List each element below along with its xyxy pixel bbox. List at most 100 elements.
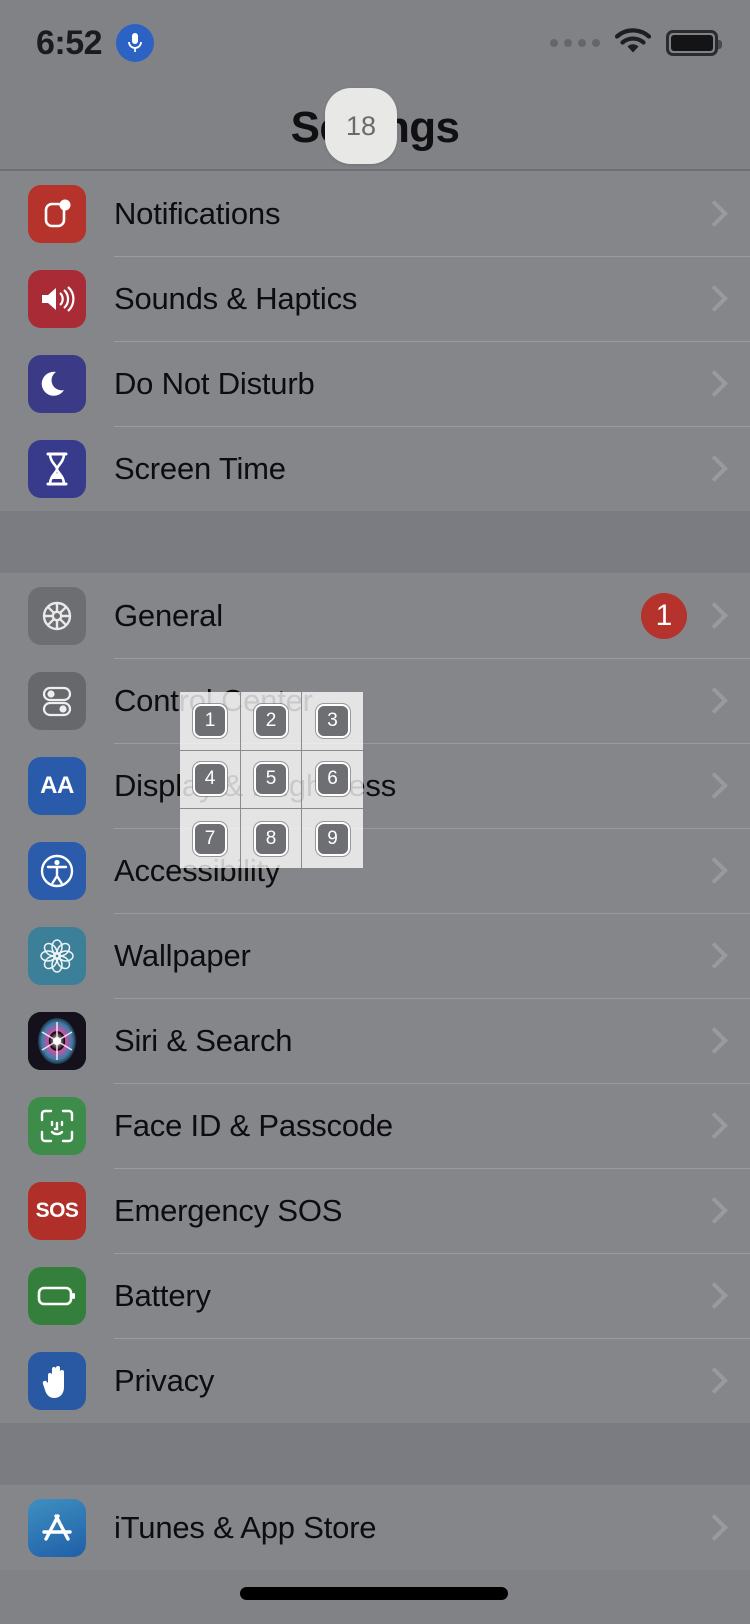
settings-row-accessory: [701, 1514, 750, 1541]
settings-row-battery[interactable]: Battery: [0, 1253, 750, 1338]
floating-count-badge[interactable]: 18: [325, 88, 397, 164]
grid-cell-1[interactable]: 1: [180, 692, 241, 751]
wifi-icon: [614, 27, 652, 60]
settings-row-label: Wallpaper: [114, 937, 251, 973]
chevron-right-icon: [701, 370, 728, 397]
settings-row-do-not-disturb[interactable]: Do Not Disturb: [0, 341, 750, 426]
aa-icon: AA: [28, 756, 86, 815]
accessibility-icon: [28, 841, 86, 900]
chevron-right-icon: [701, 857, 728, 884]
settings-row-accessory: [701, 687, 750, 714]
chevron-right-icon: [701, 687, 728, 714]
settings-row-label: Privacy: [114, 1362, 215, 1398]
settings-row-accessory: [701, 1112, 750, 1139]
chevron-right-icon: [701, 1282, 728, 1309]
grid-cell-5[interactable]: 5: [241, 750, 302, 810]
settings-row-wallpaper[interactable]: Wallpaper: [0, 913, 750, 998]
grid-cell-4[interactable]: 4: [180, 750, 241, 810]
grid-cell-number: 2: [254, 703, 288, 738]
grid-cell-number: 4: [193, 762, 227, 797]
chevron-right-icon: [701, 772, 728, 799]
settings-row-accessory: [701, 772, 750, 799]
settings-row-accessory: [701, 1027, 750, 1054]
chevron-right-icon: [701, 1367, 728, 1394]
chevron-right-icon: [701, 285, 728, 312]
grid-cell-number: 9: [315, 821, 350, 856]
grid-cell-7[interactable]: 7: [180, 809, 241, 868]
settings-row-accessory: [701, 857, 750, 884]
settings-row-label: Notifications: [114, 195, 281, 231]
settings-row-label: Screen Time: [114, 450, 286, 486]
settings-group: iTunes & App Store: [0, 1485, 750, 1570]
settings-row-label: Face ID & Passcode: [114, 1107, 393, 1143]
settings-group: Notifications Sounds & Haptics Do Not Dist…: [0, 171, 750, 511]
battery-full-icon: [666, 30, 722, 56]
chevron-right-icon: [701, 602, 728, 629]
section-gap: [0, 1423, 750, 1485]
settings-row-accessory: [701, 1367, 750, 1394]
settings-row-itunes-app-store[interactable]: iTunes & App Store: [0, 1485, 750, 1570]
flower-icon: [28, 926, 86, 985]
settings-row-accessory: 1: [641, 592, 750, 639]
settings-row-siri-search[interactable]: Siri & Search: [0, 998, 750, 1083]
chevron-right-icon: [701, 1112, 728, 1139]
settings-row-label: General: [114, 597, 223, 633]
chevron-right-icon: [701, 1514, 728, 1541]
signal-dots-icon: [550, 39, 600, 47]
notifications-icon: [28, 184, 86, 243]
settings-screen: 6:52 Settin: [0, 0, 750, 1624]
chevron-right-icon: [701, 455, 728, 482]
hourglass-icon: [28, 439, 86, 498]
moon-icon: [28, 354, 86, 413]
chevron-right-icon: [701, 1027, 728, 1054]
grid-cell-8[interactable]: 8: [241, 809, 302, 868]
section-gap: [0, 511, 750, 573]
grid-cell-number: 8: [254, 821, 288, 856]
settings-row-accessory: [701, 942, 750, 969]
grid-cell-number: 6: [315, 762, 350, 797]
settings-row-label: Do Not Disturb: [114, 365, 315, 401]
settings-list: Notifications Sounds & Haptics Do Not Dist…: [0, 171, 750, 1570]
grid-cell-3[interactable]: 3: [302, 692, 363, 751]
grid-cell-number: 7: [193, 821, 227, 856]
sos-icon: SOS: [28, 1181, 86, 1240]
sounds-icon: [28, 269, 86, 328]
chevron-right-icon: [701, 942, 728, 969]
settings-row-accessory: [701, 455, 750, 482]
settings-row-accessibility[interactable]: Accessibility: [0, 828, 750, 913]
settings-row-accessory: [701, 1282, 750, 1309]
grid-cell-6[interactable]: 6: [302, 750, 363, 810]
settings-row-label: Siri & Search: [114, 1022, 293, 1058]
grid-overlay[interactable]: 123 456 789: [180, 692, 363, 868]
settings-row-sounds-haptics[interactable]: Sounds & Haptics: [0, 256, 750, 341]
settings-row-display-brightness[interactable]: AADisplay & Brightness: [0, 743, 750, 828]
settings-row-control-center[interactable]: Control Center: [0, 658, 750, 743]
settings-row-accessory: [701, 285, 750, 312]
settings-row-label: iTunes & App Store: [114, 1509, 377, 1545]
settings-row-accessory: [701, 200, 750, 227]
settings-group: General1Control CenterAADisplay & Bright…: [0, 573, 750, 1423]
hand-icon: [28, 1351, 86, 1410]
chevron-right-icon: [701, 1197, 728, 1224]
microphone-icon: [116, 24, 155, 62]
settings-row-label: Emergency SOS: [114, 1192, 343, 1228]
settings-row-emergency-sos[interactable]: SOS Emergency SOS: [0, 1168, 750, 1253]
chevron-right-icon: [701, 200, 728, 227]
settings-row-notifications[interactable]: Notifications: [0, 171, 750, 256]
grid-cell-2[interactable]: 2: [241, 692, 302, 751]
grid-cell-9[interactable]: 9: [302, 809, 363, 868]
grid-cell-number: 3: [315, 703, 350, 738]
settings-row-screen-time[interactable]: Screen Time: [0, 426, 750, 511]
toggles-icon: [28, 671, 86, 730]
app-store-icon: [28, 1498, 86, 1557]
settings-row-general[interactable]: General 1: [0, 573, 750, 658]
status-badge: 1: [641, 592, 687, 639]
settings-row-privacy[interactable]: Privacy: [0, 1338, 750, 1423]
home-indicator[interactable]: [240, 1587, 508, 1600]
settings-row-label: Battery: [114, 1277, 211, 1313]
gear-icon: [28, 586, 86, 645]
grid-cell-number: 1: [193, 703, 227, 738]
faceid-icon: [28, 1096, 86, 1155]
battery-icon: [28, 1266, 86, 1325]
settings-row-face-id-passcode[interactable]: Face ID & Passcode: [0, 1083, 750, 1168]
